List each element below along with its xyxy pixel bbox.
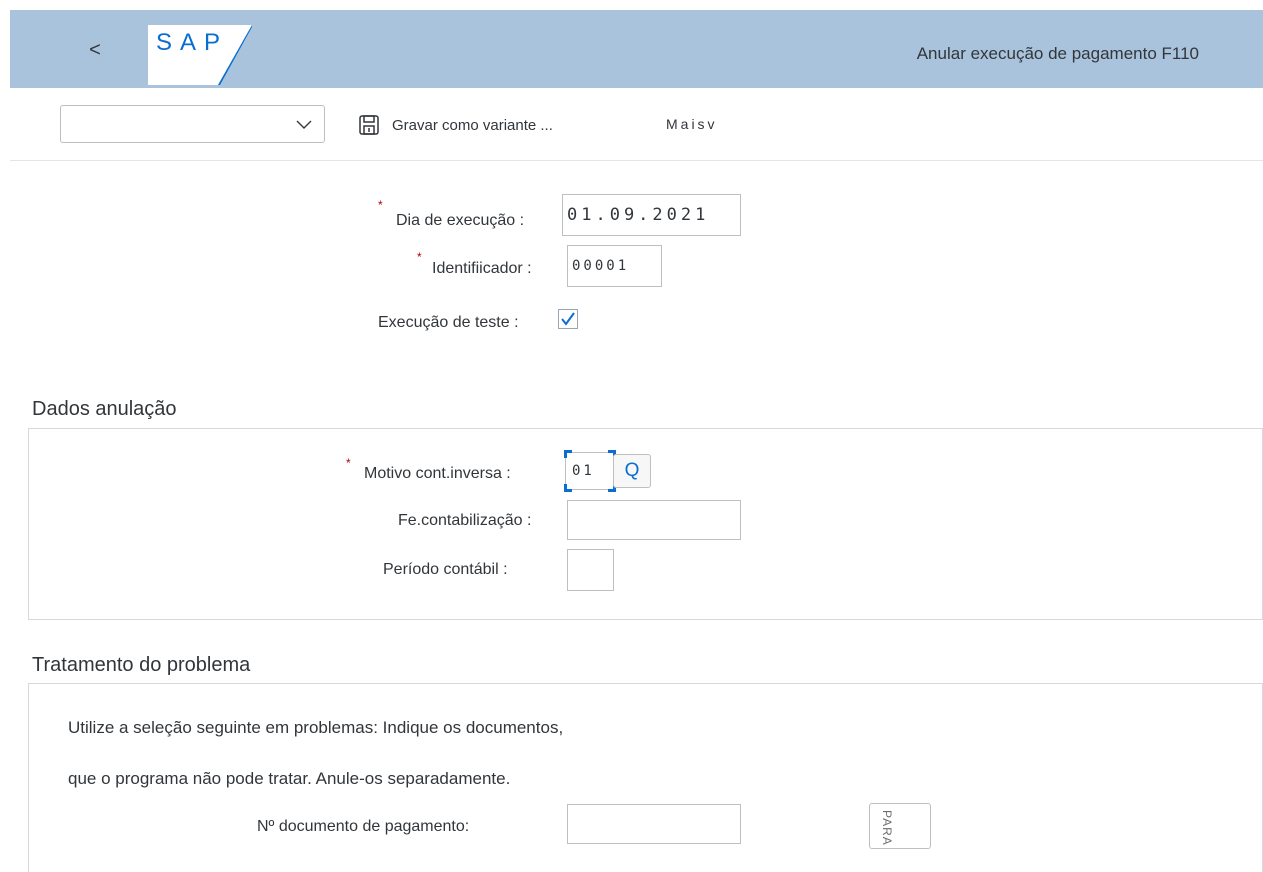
identifier-label: Identifiicador : (432, 260, 532, 277)
reversal-reason-label: Motivo cont.inversa : (364, 465, 511, 482)
para-button-label: PARA (880, 810, 894, 846)
shell-header: < SAP Anular execução de pagamento F110 (10, 10, 1263, 88)
focus-corner (564, 484, 572, 492)
payment-doc-label: Nº documento de pagamento: (257, 818, 470, 835)
accounting-period-label: Período contábil : (383, 561, 508, 578)
save-as-variant-button[interactable]: Gravar como variante ... (358, 113, 553, 137)
accounting-period-input[interactable] (567, 549, 614, 591)
problem-section-title: Tratamento do problema (32, 654, 251, 676)
sap-logo-text: SAP (156, 29, 229, 56)
test-run-label: Execução de teste : (378, 314, 519, 331)
payment-doc-input[interactable] (567, 804, 741, 844)
required-marker: * (346, 456, 351, 470)
back-button[interactable]: < (80, 38, 110, 62)
run-date-input[interactable]: 01.09.2021 (562, 194, 741, 236)
checkmark-icon (561, 312, 575, 326)
posting-date-label: Fe.contabilização : (398, 512, 532, 529)
toolbar: Gravar como variante ... Maisv (10, 88, 1263, 161)
chevron-down-icon (296, 120, 312, 129)
focus-corner (564, 450, 572, 458)
required-marker: * (417, 250, 422, 264)
app-title: Anular execução de pagamento F110 (916, 44, 1199, 63)
sap-logo: SAP (148, 25, 252, 85)
save-icon (359, 115, 379, 135)
para-button[interactable]: PARA (869, 803, 931, 849)
reversal-section-title: Dados anulação (32, 398, 177, 420)
required-marker: * (378, 198, 383, 212)
problem-info-line-2: que o programa não pode tratar. Anule-os… (68, 769, 511, 788)
test-run-checkbox[interactable] (558, 309, 578, 329)
run-date-label: Dia de execução : (396, 212, 525, 229)
save-as-variant-label: Gravar como variante ... (392, 116, 553, 134)
search-help-button[interactable]: Q (613, 454, 651, 488)
more-button[interactable]: Maisv (666, 116, 718, 132)
identifier-input[interactable]: 00001 (567, 245, 662, 287)
posting-date-input[interactable] (567, 500, 741, 540)
variant-select[interactable] (60, 105, 325, 143)
problem-info-line-1: Utilize a seleção seguinte em problemas:… (68, 718, 564, 737)
